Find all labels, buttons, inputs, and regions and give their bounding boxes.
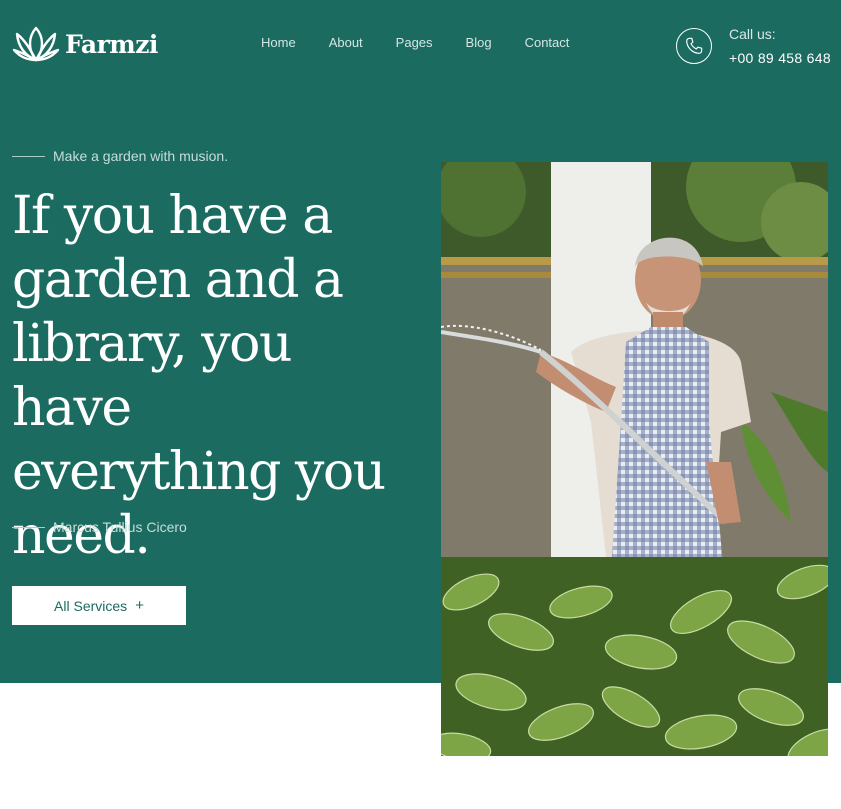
contact-phone[interactable]: Call us: +00 89 458 648 xyxy=(676,26,831,66)
hero-tagline: Make a garden with musion. xyxy=(12,148,228,164)
brand-name: Farmzi xyxy=(65,29,158,59)
logo[interactable]: Farmzi xyxy=(12,24,158,64)
headline-line-3: library, you have xyxy=(12,314,292,438)
headline-line-4: everything you xyxy=(12,442,386,502)
all-services-button[interactable]: All Services + xyxy=(12,586,186,625)
hero-photo xyxy=(441,162,828,756)
author-divider xyxy=(12,526,45,528)
tagline-divider xyxy=(12,155,45,157)
nav-contact[interactable]: Contact xyxy=(525,35,570,50)
phone-icon-circle xyxy=(676,28,712,64)
nav-about[interactable]: About xyxy=(329,35,363,50)
hero-headline: If you have a garden and a library, you … xyxy=(12,184,422,568)
headline-line-5: need. xyxy=(12,506,151,566)
phone-number[interactable]: +00 89 458 648 xyxy=(729,50,831,66)
main-nav: Home About Pages Blog Contact xyxy=(261,35,602,50)
gardener-watering-plants-image xyxy=(441,162,828,756)
nav-home[interactable]: Home xyxy=(261,35,296,50)
call-us-label: Call us: xyxy=(729,26,776,42)
headline-line-1: If you have a xyxy=(12,186,333,246)
author-name: Marcus Tullius Cicero xyxy=(53,519,187,535)
all-services-label: All Services xyxy=(54,597,128,614)
nav-pages[interactable]: Pages xyxy=(396,35,433,50)
lotus-icon xyxy=(12,26,60,62)
quote-author: Marcus Tullius Cicero xyxy=(12,519,187,535)
headline-line-2: garden and a xyxy=(12,250,344,310)
nav-blog[interactable]: Blog xyxy=(466,35,492,50)
plus-icon: + xyxy=(135,597,144,614)
tagline-text: Make a garden with musion. xyxy=(53,148,229,164)
phone-icon xyxy=(686,37,703,54)
